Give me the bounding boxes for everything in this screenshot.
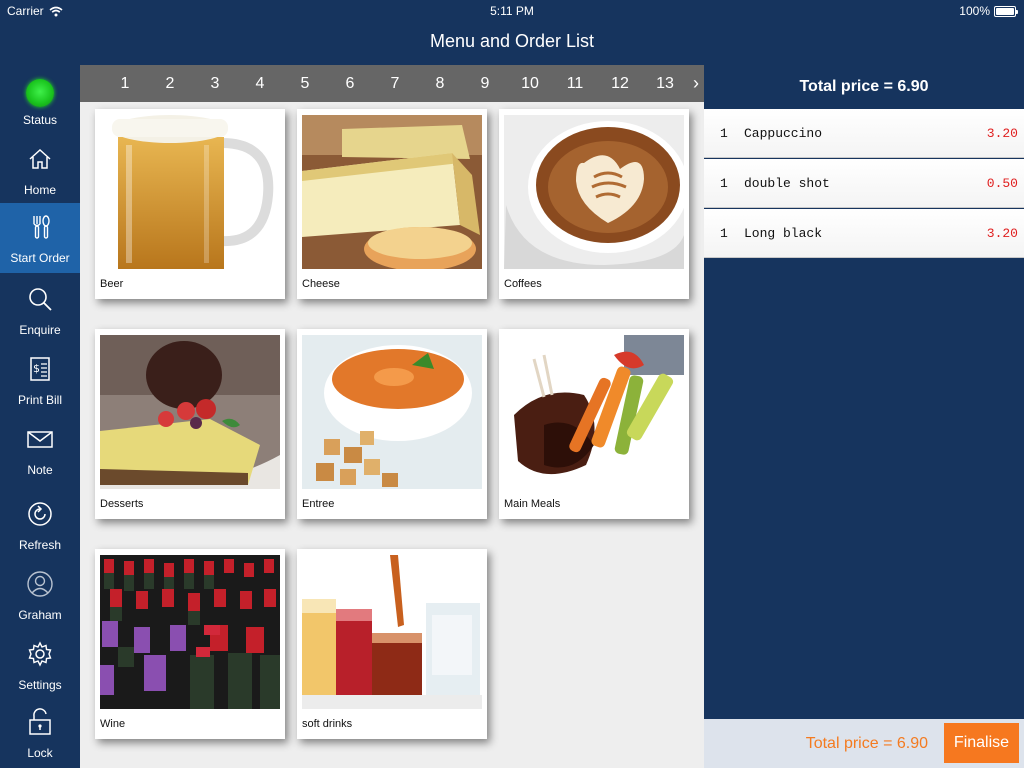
sidebar-item-label: Print Bill xyxy=(17,393,62,407)
order-item-qty: 1 xyxy=(720,226,728,241)
category-card-cheese[interactable]: Cheese xyxy=(297,109,487,299)
sidebar-item-start-order[interactable]: Start Order xyxy=(0,203,80,273)
category-card-desserts[interactable]: Desserts xyxy=(95,329,285,519)
coffee-image xyxy=(504,115,684,269)
soft-drinks-image xyxy=(302,555,482,709)
user-icon xyxy=(27,571,53,597)
sidebar-item-home[interactable]: Home xyxy=(0,135,80,205)
order-item-qty: 1 xyxy=(720,126,728,141)
order-item-name: double shot xyxy=(744,176,830,191)
status-indicator-icon xyxy=(26,79,54,107)
category-card-main-meals[interactable]: Main Meals xyxy=(499,329,689,519)
battery-icon xyxy=(994,5,1018,17)
page-number-item[interactable]: 4 xyxy=(245,75,275,93)
footer-total-price: Total price = 6.90 xyxy=(805,735,928,752)
sidebar-item-label: Refresh xyxy=(18,538,62,552)
page-number-item[interactable]: 9 xyxy=(470,75,500,93)
order-panel: Total price = 6.90 1 Cappuccino 3.20 1 d… xyxy=(704,65,1024,768)
category-label: Coffees xyxy=(504,278,542,290)
page-number-item[interactable]: 8 xyxy=(425,75,455,93)
cutlery-icon xyxy=(33,215,50,239)
finalise-button[interactable]: Finalise xyxy=(944,723,1019,763)
page-number-item[interactable]: 1 xyxy=(110,75,140,93)
top-bar: Carrier 5:11 PM 100% Menu and Order List xyxy=(0,0,1024,65)
category-card-entree[interactable]: Entree xyxy=(297,329,487,519)
category-label: Wine xyxy=(100,718,126,730)
sidebar-item-refresh[interactable]: Refresh xyxy=(0,490,80,560)
sidebar-item-label: Note xyxy=(27,463,53,477)
bill-icon: $ xyxy=(30,357,50,381)
order-item-name: Cappuccino xyxy=(744,126,823,141)
category-label: Entree xyxy=(302,498,335,510)
battery-indicator: 100% xyxy=(959,4,1018,18)
sidebar-item-user[interactable]: Graham xyxy=(0,560,80,630)
envelope-icon xyxy=(27,431,53,448)
search-icon xyxy=(29,288,52,311)
home-icon xyxy=(29,148,51,169)
chevron-right-icon[interactable]: › xyxy=(693,73,699,94)
total-price-header: Total price = 6.90 xyxy=(799,78,929,95)
menu-category-grid: Beer Cheese Coffees Desserts Entree Main… xyxy=(80,102,704,768)
category-card-beer[interactable]: Beer xyxy=(95,109,285,299)
sidebar-item-label: Lock xyxy=(27,746,53,760)
page-title: Menu and Order List xyxy=(429,31,595,51)
category-label: Main Meals xyxy=(504,498,561,510)
category-label: soft drinks xyxy=(302,718,353,730)
sidebar-item-status[interactable]: Status xyxy=(0,65,80,135)
category-card-soft-drinks[interactable]: soft drinks xyxy=(297,549,487,739)
order-item-row[interactable]: 1 double shot 0.50 xyxy=(704,159,1024,208)
page-number-item[interactable]: 10 xyxy=(515,75,545,93)
page-number-item[interactable]: 2 xyxy=(155,75,185,93)
sidebar-item-label: Settings xyxy=(18,678,62,692)
main-meal-image xyxy=(504,335,684,489)
dessert-image xyxy=(100,335,280,489)
sidebar-item-label: Enquire xyxy=(19,323,61,337)
sidebar-item-enquire[interactable]: Enquire xyxy=(0,275,80,345)
page-number-item[interactable]: 3 xyxy=(200,75,230,93)
wine-image xyxy=(100,555,280,709)
svg-text:$: $ xyxy=(33,362,40,375)
lock-icon xyxy=(29,708,51,735)
gear-icon xyxy=(28,641,52,667)
sidebar-item-label: Graham xyxy=(18,608,62,622)
sidebar-item-settings[interactable]: Settings xyxy=(0,630,80,700)
battery-percent: 100% xyxy=(959,4,990,18)
page-number-bar: 1 2 3 4 5 6 7 8 9 10 11 12 13 › xyxy=(80,65,704,102)
category-card-coffees[interactable]: Coffees xyxy=(499,109,689,299)
clock: 5:11 PM xyxy=(490,4,534,18)
category-card-wine[interactable]: Wine xyxy=(95,549,285,739)
sidebar: Status Home Start Order Enquire $ Print xyxy=(0,65,80,768)
page-number-item[interactable]: 12 xyxy=(605,75,635,93)
order-item-row[interactable]: 1 Cappuccino 3.20 xyxy=(704,109,1024,158)
category-label: Beer xyxy=(100,278,124,290)
page-number-item[interactable]: 6 xyxy=(335,75,365,93)
beer-image xyxy=(100,115,280,269)
sidebar-item-lock[interactable]: Lock xyxy=(0,698,80,768)
order-item-name: Long black xyxy=(744,226,823,241)
order-item-qty: 1 xyxy=(720,176,728,191)
sidebar-item-label: Status xyxy=(22,113,58,127)
sidebar-item-note[interactable]: Note xyxy=(0,415,80,485)
refresh-icon xyxy=(28,502,52,526)
page-number-item[interactable]: 11 xyxy=(560,75,590,93)
sidebar-item-print-bill[interactable]: $ Print Bill xyxy=(0,345,80,415)
order-item-price: 0.50 xyxy=(986,176,1018,191)
status-bar: Carrier 5:11 PM 100% xyxy=(0,0,1024,22)
page-number-item[interactable]: 13 xyxy=(650,75,680,93)
order-footer: Total price = 6.90 Finalise xyxy=(704,719,1024,768)
page-number-item[interactable]: 5 xyxy=(290,75,320,93)
category-label: Desserts xyxy=(100,498,144,510)
sidebar-item-label: Start Order xyxy=(10,251,70,265)
order-item-price: 3.20 xyxy=(986,226,1018,241)
order-item-price: 3.20 xyxy=(986,126,1018,141)
soup-image xyxy=(302,335,482,489)
page-number-item[interactable]: 7 xyxy=(380,75,410,93)
category-label: Cheese xyxy=(302,278,340,290)
sidebar-item-label: Home xyxy=(23,183,56,197)
cheese-image xyxy=(302,115,482,269)
order-item-row[interactable]: 1 Long black 3.20 xyxy=(704,209,1024,258)
